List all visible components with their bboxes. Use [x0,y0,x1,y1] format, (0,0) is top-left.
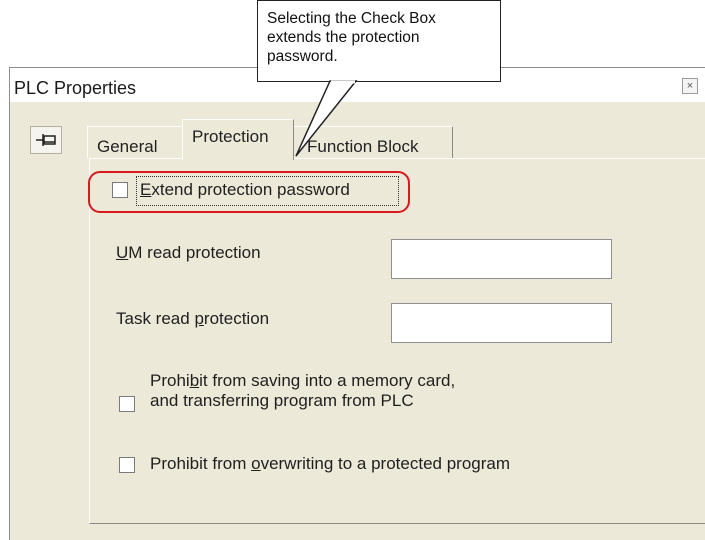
callout-pointer [295,80,358,157]
